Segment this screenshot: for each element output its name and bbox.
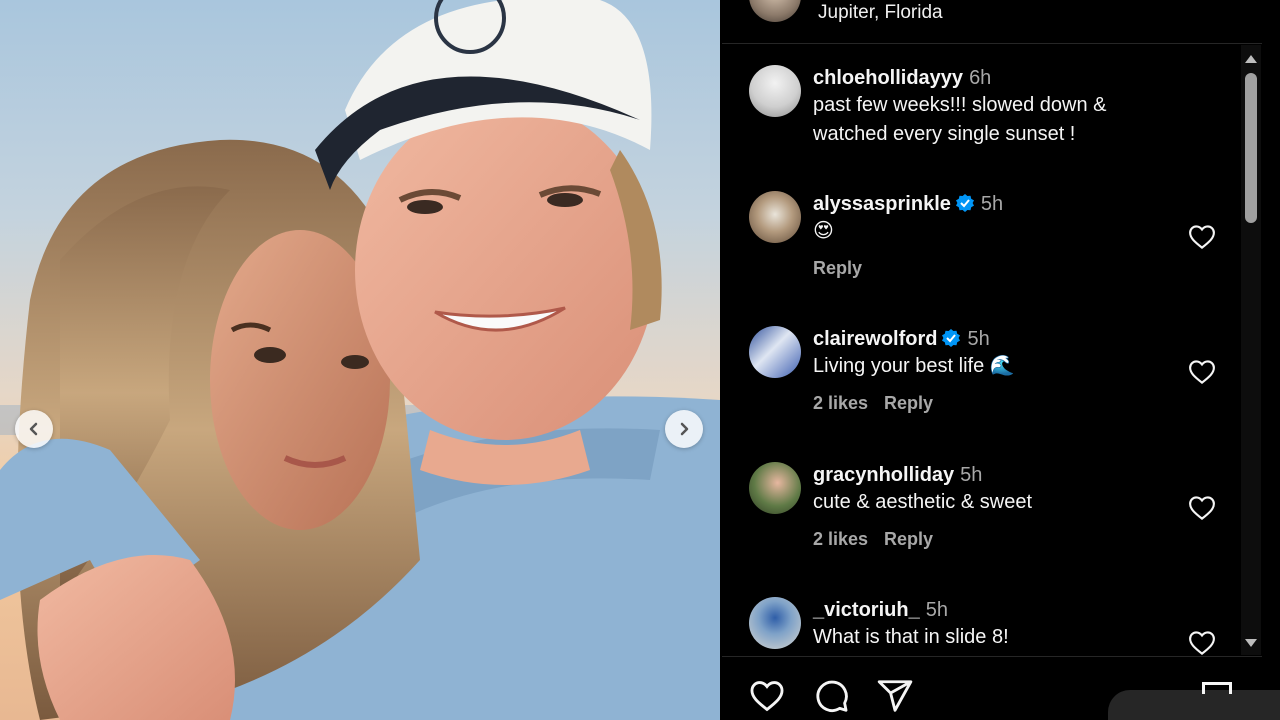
- comment-text-line: watched every single sunset !: [813, 123, 1076, 145]
- comment-text-line: Living your best life 🌊: [813, 355, 1015, 377]
- post-location[interactable]: Jupiter, Florida: [818, 2, 943, 24]
- comment-time[interactable]: 5h: [981, 193, 1003, 215]
- chevron-left-icon: [29, 422, 38, 436]
- chevron-right-icon: [680, 422, 689, 436]
- comment-time[interactable]: 5h: [967, 328, 989, 350]
- previous-slide-button[interactable]: [15, 410, 53, 448]
- comment-username[interactable]: gracynholliday: [813, 464, 954, 486]
- avatar[interactable]: [749, 326, 801, 378]
- comment-text-line: past few weeks!!! slowed down &: [813, 94, 1107, 116]
- scrollbar-thumb[interactable]: [1245, 73, 1257, 223]
- verified-badge-icon: [955, 194, 974, 212]
- scroll-down-arrow-icon[interactable]: [1245, 639, 1257, 647]
- avatar[interactable]: [749, 462, 801, 514]
- comment-text-line: cute & aesthetic & sweet: [813, 491, 1033, 513]
- comment-time[interactable]: 5h: [960, 464, 982, 486]
- comment-username[interactable]: clairewolford: [813, 328, 937, 350]
- likes-count[interactable]: 2 likes: [813, 529, 868, 549]
- heart-icon[interactable]: [748, 677, 786, 715]
- next-slide-button[interactable]: [665, 410, 703, 448]
- author-avatar[interactable]: [749, 0, 801, 22]
- comment-icon[interactable]: [812, 677, 850, 715]
- comment-time[interactable]: 6h: [969, 67, 991, 89]
- comment-time[interactable]: 5h: [926, 599, 948, 621]
- scroll-up-arrow-icon[interactable]: [1245, 55, 1257, 63]
- comments-scrollbar[interactable]: [1241, 45, 1261, 655]
- reply-button[interactable]: Reply: [813, 258, 862, 278]
- heart-icon[interactable]: [1187, 357, 1217, 387]
- reply-button[interactable]: Reply: [884, 529, 933, 549]
- heart-icon[interactable]: [1187, 493, 1217, 523]
- reply-button[interactable]: Reply: [884, 393, 933, 413]
- selfie-image: [0, 0, 720, 720]
- avatar[interactable]: [749, 597, 801, 649]
- comment-list: chloehollidayyy 6h past few weeks!!! slow…: [722, 45, 1242, 655]
- avatar[interactable]: [749, 191, 801, 243]
- comment-text-line: What is that in slide 8!: [813, 626, 1009, 648]
- post-header: Jupiter, Florida: [722, 0, 1262, 44]
- share-icon[interactable]: [876, 677, 914, 715]
- post-photo: [0, 0, 720, 720]
- comment-username[interactable]: alyssasprinkle: [813, 193, 951, 215]
- heart-icon[interactable]: [1187, 222, 1217, 252]
- bookmark-icon[interactable]: [1202, 682, 1232, 694]
- heart-icon[interactable]: [1187, 628, 1217, 655]
- messages-tab[interactable]: [1108, 690, 1280, 720]
- avatar[interactable]: [749, 65, 801, 117]
- comment-username[interactable]: chloehollidayyy: [813, 67, 963, 89]
- comments-panel: Jupiter, Florida chloehollidayyy 6h past …: [722, 0, 1280, 720]
- verified-badge-icon: [942, 329, 961, 347]
- comment-username[interactable]: _victoriuh_: [813, 599, 920, 621]
- likes-count[interactable]: 2 likes: [813, 393, 868, 413]
- comment-text-line: 😍: [813, 220, 834, 242]
